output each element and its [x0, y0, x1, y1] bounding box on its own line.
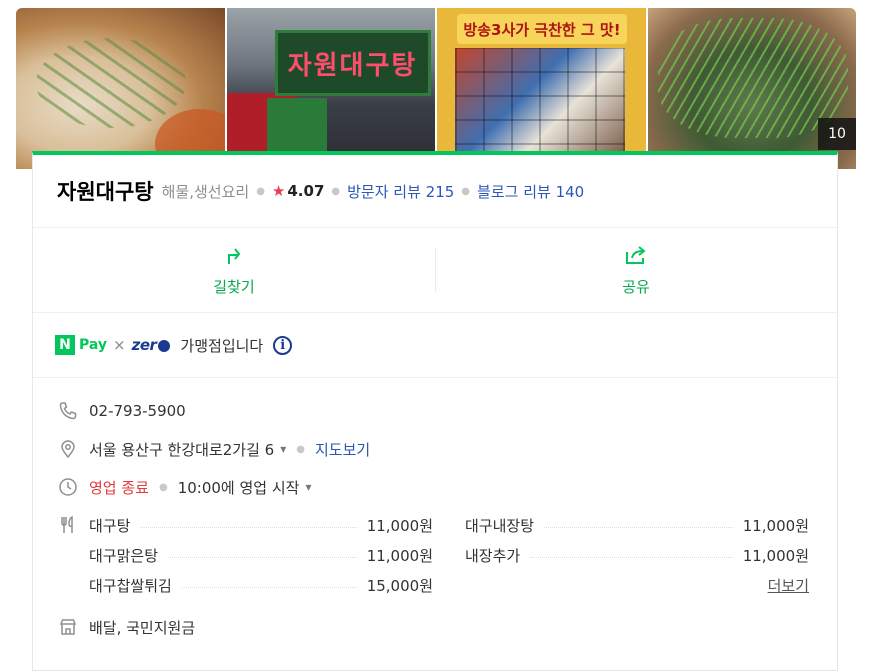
opening-hours[interactable]: 10:00에 영업 시작: [178, 477, 300, 498]
cross-mark: ×: [113, 336, 126, 354]
menu-item-name: 대구내장탕: [465, 516, 535, 535]
menu-item-price: 11,000원: [366, 516, 433, 535]
address-row: 서울 용산구 한강대로2가길 6 ▾ ● 지도보기: [57, 430, 837, 468]
menu-section: 대구탕 11,000원 대구내장탕 11,000원 대구맑은탕 11,000원: [57, 510, 837, 600]
menu-item-price: 11,000원: [742, 516, 809, 535]
menu-item-name: 내장추가: [465, 546, 521, 565]
visitor-reviews-link[interactable]: 방문자 리뷰 215: [347, 181, 454, 202]
share-icon: [624, 244, 648, 270]
address-text[interactable]: 서울 용산구 한강대로2가길 6: [89, 439, 274, 460]
photo-count-badge[interactable]: 10: [818, 118, 856, 150]
menu-item-price: 11,000원: [742, 546, 809, 565]
title-row: 자원대구탕 해물,생선요리 ● ★ 4.07 ● 방문자 리뷰 215 ● 블로…: [33, 155, 837, 228]
directions-icon: [223, 244, 245, 270]
phone-icon: [57, 400, 79, 422]
place-detail-page: 자원대구탕 방송3사가 극찬한 그 맛! 10 자원대구탕 해물,생선요리 ● …: [0, 0, 870, 671]
photo-collage[interactable]: 방송3사가 극찬한 그 맛!: [437, 8, 646, 169]
menu-item[interactable]: 대구내장탕 11,000원: [465, 510, 809, 540]
separator-dot: ●: [296, 443, 305, 455]
photo-soup[interactable]: [16, 8, 225, 169]
map-view-link[interactable]: 지도보기: [315, 439, 370, 460]
details-section: 02-793-5900 서울 용산구 한강대로2가길 6 ▾ ● 지도보기 영업…: [33, 378, 837, 646]
dotted-leader: [168, 556, 357, 558]
chevron-down-icon[interactable]: ▾: [305, 480, 311, 494]
delivery-text: 배달, 국민지원금: [89, 618, 196, 637]
menu-item[interactable]: 대구맑은탕 11,000원: [89, 540, 433, 570]
delivery-row: 배달, 국민지원금: [57, 608, 837, 646]
menu-item[interactable]: 대구탕 11,000원: [89, 510, 433, 540]
location-pin-icon: [57, 438, 79, 460]
collage-banner: 방송3사가 극찬한 그 맛!: [457, 14, 627, 44]
chevron-down-icon[interactable]: ▾: [280, 442, 286, 456]
phone-row: 02-793-5900: [57, 392, 837, 430]
menu-grid: 대구탕 11,000원 대구내장탕 11,000원 대구맑은탕 11,000원: [89, 510, 809, 600]
menu-more-row: 더보기: [465, 570, 809, 600]
merchant-text: 가맹점입니다: [180, 336, 264, 355]
place-category: 해물,생선요리: [161, 182, 250, 201]
separator-dot: ●: [461, 185, 471, 197]
blog-reviews-link[interactable]: 블로그 리뷰 140: [477, 181, 584, 202]
dotted-leader: [530, 556, 733, 558]
photo-strip: 자원대구탕 방송3사가 극찬한 그 맛! 10: [16, 8, 856, 169]
npay-text: Pay: [79, 337, 108, 353]
dotted-leader: [140, 526, 357, 528]
directions-label: 길찾기: [213, 277, 255, 296]
separator-dot: ●: [331, 185, 341, 197]
menu-more-link[interactable]: 더보기: [768, 575, 809, 596]
menu-item-name: 대구맑은탕: [89, 546, 159, 565]
zero-dot-icon: [158, 339, 171, 352]
zero-text: zer: [131, 336, 157, 354]
zero-pay-logo: zer: [132, 336, 171, 354]
share-button[interactable]: 공유: [435, 228, 837, 312]
dotted-leader: [544, 526, 733, 528]
separator-dot: ●: [158, 481, 168, 493]
storefront-sign: 자원대구탕: [274, 30, 431, 96]
menu-item[interactable]: 내장추가 11,000원: [465, 540, 809, 570]
dotted-leader: [181, 586, 357, 588]
photo-pot[interactable]: 10: [647, 8, 856, 169]
menu-item[interactable]: 대구찹쌀튀김 15,000원: [89, 570, 433, 600]
hours-row: 영업 종료 ● 10:00에 영업 시작 ▾: [57, 468, 837, 506]
store-icon: [57, 616, 79, 638]
menu-item-price: 11,000원: [366, 546, 433, 565]
directions-button[interactable]: 길찾기: [33, 228, 435, 312]
share-label: 공유: [622, 277, 650, 296]
place-info-card: 자원대구탕 해물,생선요리 ● ★ 4.07 ● 방문자 리뷰 215 ● 블로…: [32, 151, 838, 671]
clock-icon: [57, 476, 79, 498]
business-status: 영업 종료: [89, 478, 149, 497]
photo-storefront[interactable]: 자원대구탕: [226, 8, 435, 169]
menu-item-name: 대구찹쌀튀김: [89, 576, 172, 595]
menu-item-name: 대구탕: [89, 516, 131, 535]
npay-logo-icon: N: [55, 335, 75, 355]
fork-knife-icon: [57, 514, 79, 536]
npay-zero-row: N Pay × zer 가맹점입니다 i: [33, 313, 837, 378]
phone-number[interactable]: 02-793-5900: [89, 402, 186, 420]
place-name: 자원대구탕: [57, 180, 154, 204]
action-bar: 길찾기 공유: [33, 228, 837, 313]
rating-value: 4.07: [287, 182, 325, 200]
info-icon[interactable]: i: [273, 335, 293, 355]
menu-item-price: 15,000원: [366, 576, 433, 595]
separator-dot: ●: [256, 185, 265, 197]
star-icon: ★: [271, 182, 286, 200]
